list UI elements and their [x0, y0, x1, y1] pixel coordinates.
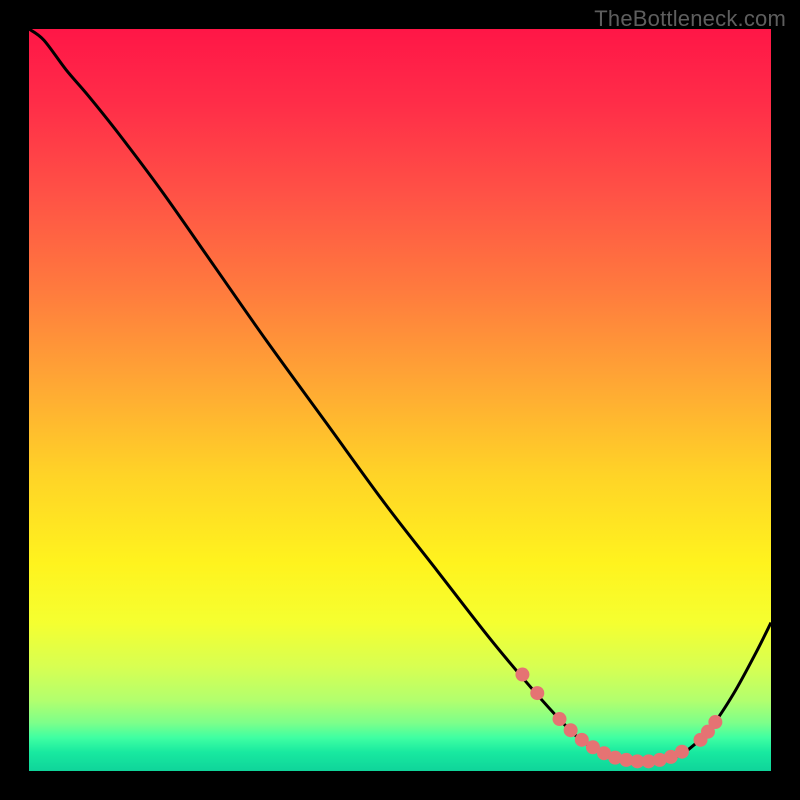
data-dot — [675, 745, 689, 759]
data-dot — [708, 715, 722, 729]
data-dot — [564, 723, 578, 737]
data-dot — [530, 686, 544, 700]
watermark-text: TheBottleneck.com — [594, 6, 786, 32]
chart-stage: TheBottleneck.com — [0, 0, 800, 800]
chart-svg — [0, 0, 800, 800]
data-dot — [553, 712, 567, 726]
plot-background — [29, 29, 771, 771]
data-dot — [515, 668, 529, 682]
